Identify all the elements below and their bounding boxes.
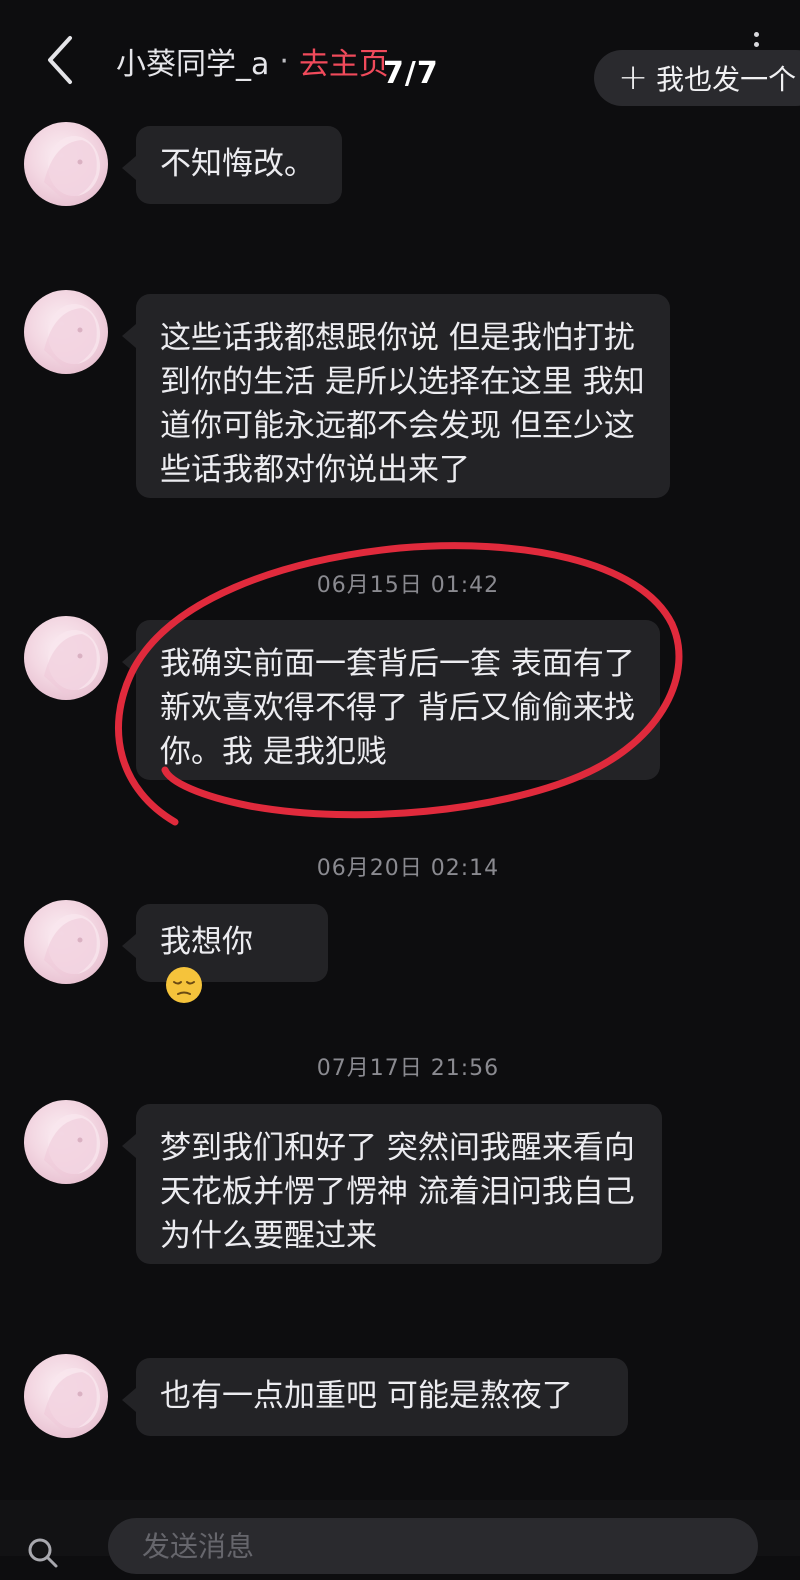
timestamp: 07月17日 21:56	[316, 1056, 500, 1081]
post-too-label: 我也发一个	[656, 63, 797, 96]
timestamp: 06月15日 01:42	[316, 573, 500, 598]
title-separator: ·	[279, 43, 289, 79]
avatar[interactable]	[24, 1354, 108, 1438]
message-text: 这些话我都想跟你说 但是我怕打扰到你的生活 是所以选择在这里 我知道你可能永远都…	[160, 320, 645, 488]
avatar-illustration	[44, 1114, 100, 1178]
message-bubble[interactable]: 不知悔改。	[122, 126, 342, 204]
message-text: 也有一点加重吧 可能是熬夜了	[160, 1378, 573, 1414]
page-indicator: 7/7	[383, 56, 439, 91]
message-input-bar	[0, 1500, 800, 1574]
message-input[interactable]	[108, 1518, 758, 1574]
message-bubble[interactable]: 也有一点加重吧 可能是熬夜了	[122, 1358, 628, 1436]
timestamp: 06月20日 02:14	[316, 856, 500, 881]
avatar[interactable]	[24, 1100, 108, 1184]
avatar[interactable]	[24, 122, 108, 206]
chat-header: 小葵同学_a · 去主页 7/7 + 我也发一个	[0, 0, 800, 112]
avatar-illustration	[44, 304, 100, 368]
message-text: 我确实前面一套背后一套 表面有了新欢喜欢得不得了 背后又偷偷来找你。我 是我犯贱	[160, 646, 635, 770]
message-text: 梦到我们和好了 突然间我醒来看向天花板并愣了愣神 流着泪问我自己为什么要醒过来	[160, 1130, 635, 1254]
avatar[interactable]	[24, 616, 108, 700]
avatar[interactable]	[24, 900, 108, 984]
contact-name: 小葵同学_a	[116, 47, 270, 82]
message-bubble[interactable]: 这些话我都想跟你说 但是我怕打扰到你的生活 是所以选择在这里 我知道你可能永远都…	[122, 294, 670, 498]
back-button[interactable]	[38, 32, 86, 88]
chevron-left-icon	[48, 36, 72, 84]
message-bubble[interactable]: 我想你	[122, 904, 328, 1003]
voice-icon[interactable]	[22, 1536, 62, 1576]
go-to-profile-link[interactable]: 去主页	[299, 39, 389, 83]
avatar-illustration	[44, 914, 100, 978]
pensive-face-icon	[166, 966, 202, 1003]
message-text: 不知悔改。	[160, 146, 315, 182]
message-text: 我想你	[160, 924, 253, 960]
chat-title-bar: 小葵同学_a · 去主页	[116, 36, 389, 86]
avatar-illustration	[44, 630, 100, 694]
message-bubble[interactable]: 梦到我们和好了 突然间我醒来看向天花板并愣了愣神 流着泪问我自己为什么要醒过来	[122, 1104, 662, 1264]
microphone-icon	[28, 1538, 58, 1568]
plus-icon: +	[618, 57, 649, 98]
message-bubble[interactable]: 我确实前面一套背后一套 表面有了新欢喜欢得不得了 背后又偷偷来找你。我 是我犯贱	[122, 620, 660, 780]
avatar-illustration	[44, 1368, 100, 1432]
post-too-button[interactable]: + 我也发一个	[594, 50, 800, 106]
avatar[interactable]	[24, 290, 108, 374]
avatar-illustration	[44, 136, 100, 200]
